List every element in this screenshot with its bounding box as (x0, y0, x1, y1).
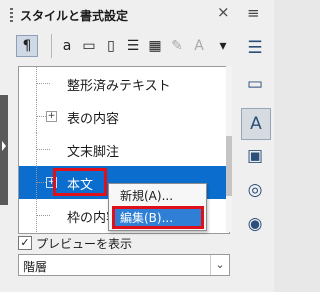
style-category-toolbar: ¶ a ▭ ▯ ☰ ▦ ✎ A ▾ (14, 34, 236, 60)
styles-icon[interactable]: A (241, 108, 271, 140)
style-filter-value: 階層 (23, 260, 48, 274)
preview-checkbox[interactable]: ✓ (18, 236, 32, 250)
gallery-icon[interactable]: ▣ (241, 142, 269, 170)
drag-grip-icon[interactable] (10, 8, 13, 22)
navigator-icon[interactable]: ◎ (241, 176, 269, 204)
styles-panel: スタイルと書式設定 × ≡ ¶ a ▭ ▯ ☰ ▦ ✎ A ▾ 整形済みテキスト + 表の内容 文末脚… (0, 0, 274, 292)
tree-item-label: 表の内容 (67, 112, 120, 127)
style-inspector-icon[interactable]: ◉ (241, 210, 269, 238)
annotation-highlight-box (112, 206, 204, 229)
style-filter-select[interactable]: 階層 ⌄ (18, 254, 230, 276)
fill-format-mode-icon[interactable]: ✎ (166, 35, 188, 57)
tree-branch-line (36, 83, 50, 84)
tree-branch-line (36, 215, 50, 216)
expand-icon[interactable]: + (46, 111, 57, 122)
tree-item[interactable]: 整形済みテキスト (19, 67, 229, 100)
menu-item-new[interactable]: 新規(A)... (114, 187, 202, 205)
page-icon[interactable]: ▭ (241, 70, 269, 98)
tree-item-label: 整形済みテキスト (67, 79, 171, 94)
tree-item[interactable]: 文末脚注 (19, 133, 229, 166)
paragraph-styles-icon[interactable]: ¶ (16, 35, 38, 57)
sidebar-splitter-handle[interactable] (0, 95, 8, 205)
sidebar-menu-icon[interactable]: ≡ (247, 6, 260, 21)
page-styles-icon[interactable]: ▯ (100, 35, 122, 57)
style-list-scrollbar[interactable] (226, 66, 232, 232)
tree-branch-line (36, 149, 50, 150)
chevron-down-icon[interactable]: ⌄ (210, 255, 229, 275)
dropdown-arrow-icon[interactable]: ▾ (212, 35, 234, 57)
tree-item[interactable]: + 表の内容 (19, 100, 229, 133)
toolbar-separator (51, 34, 52, 58)
annotation-highlight-box (53, 168, 107, 196)
tree-item-label: 文末脚注 (67, 145, 120, 160)
frame-styles-icon[interactable]: ▭ (78, 35, 100, 57)
scrollbar-thumb[interactable] (226, 136, 232, 196)
panel-title: スタイルと書式設定 (20, 9, 129, 23)
panel-titlebar: スタイルと書式設定 × (8, 0, 230, 28)
list-styles-icon[interactable]: ☰ (122, 35, 144, 57)
right-deck-tabbar: ☰ ▭ A ▣ ◎ ◉ (236, 28, 274, 292)
table-styles-icon[interactable]: ▦ (144, 35, 166, 57)
character-styles-icon[interactable]: a (56, 35, 78, 57)
styles-actions-icon[interactable]: A (188, 35, 210, 57)
preview-label[interactable]: プレビューを表示 (36, 235, 132, 252)
close-icon[interactable]: × (217, 3, 230, 21)
properties-icon[interactable]: ☰ (241, 34, 269, 62)
